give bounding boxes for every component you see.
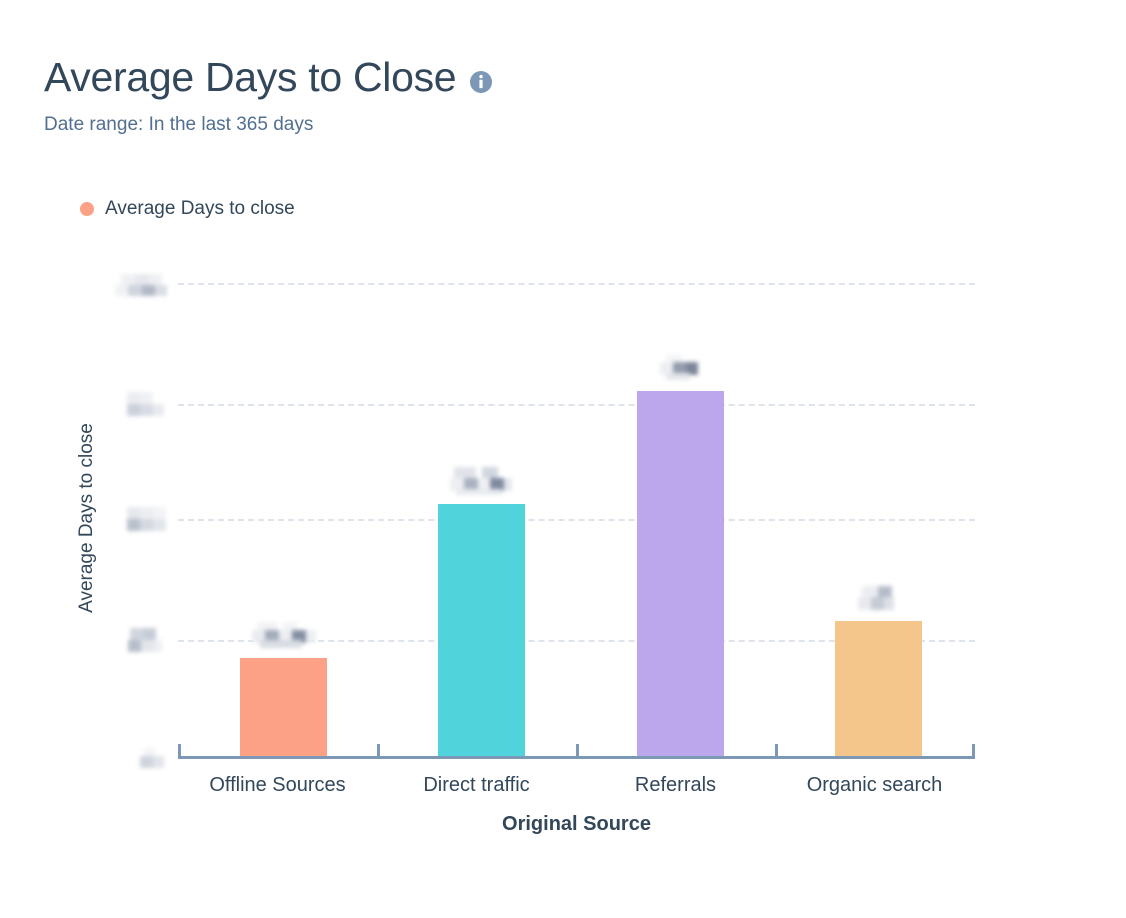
y-axis-tick-label-redacted bbox=[140, 748, 164, 770]
bar-referrals[interactable] bbox=[637, 391, 724, 756]
x-axis-label-referrals: Referrals bbox=[634, 774, 717, 796]
bar-value-label-redacted bbox=[660, 354, 698, 380]
bar-offline-sources[interactable] bbox=[240, 658, 327, 756]
y-axis-tick-label-redacted bbox=[115, 272, 167, 298]
chart-plot-area: Average Days to close Offline Sources Di… bbox=[0, 0, 1126, 918]
x-axis-tick bbox=[576, 744, 579, 757]
x-axis-tick bbox=[972, 744, 975, 757]
bar-value-label-redacted bbox=[450, 467, 512, 495]
x-axis-label-direct-traffic: Direct traffic bbox=[423, 774, 530, 796]
x-axis-title: Original Source bbox=[502, 813, 651, 835]
y-axis-title: Average Days to close bbox=[76, 383, 98, 653]
x-axis-label-offline-sources: Offline Sources bbox=[209, 774, 346, 796]
x-axis-label-organic-search: Organic search bbox=[806, 774, 943, 796]
y-axis-tick-label-redacted bbox=[128, 628, 162, 653]
bar-organic-search[interactable] bbox=[835, 621, 922, 756]
bar-value-label-redacted bbox=[858, 586, 894, 612]
x-axis-tick bbox=[178, 744, 181, 757]
y-axis-title-text: Average Days to close bbox=[76, 423, 97, 613]
gridline bbox=[178, 519, 975, 521]
x-axis-tick bbox=[775, 744, 778, 757]
x-axis-tick bbox=[377, 744, 380, 757]
y-axis-tick-label-redacted bbox=[127, 507, 166, 533]
report-card: Average Days to Close Date range: In the… bbox=[0, 0, 1126, 918]
gridline bbox=[178, 283, 975, 285]
gridline bbox=[178, 404, 975, 406]
bar-direct-traffic[interactable] bbox=[438, 504, 525, 756]
bar-value-label-redacted bbox=[252, 622, 316, 648]
y-axis-tick-label-redacted bbox=[127, 392, 164, 418]
